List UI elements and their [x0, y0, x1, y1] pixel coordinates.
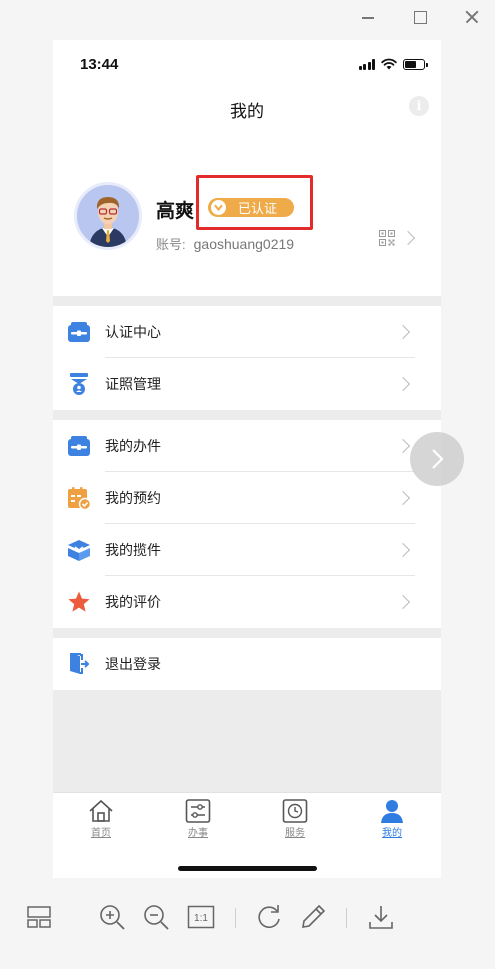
avatar-illustration [77, 185, 139, 247]
wifi-icon [381, 58, 397, 70]
edit-button[interactable] [298, 902, 328, 932]
user-icon [381, 800, 403, 823]
signal-icon [358, 58, 375, 70]
zoom-in-button[interactable] [97, 902, 127, 932]
menu-item-label: 认证中心 [105, 324, 161, 340]
menu-item-label: 我的办件 [105, 438, 161, 454]
calendar-check-icon [66, 485, 92, 511]
tab-label: 我的 [382, 828, 402, 839]
chevron-right-icon [395, 542, 411, 558]
tab-services[interactable]: 服务 [265, 799, 325, 839]
menu-item-label: 我的预约 [105, 490, 161, 506]
home-indicator [178, 866, 317, 871]
menu-item-my-parcels[interactable]: 我的揽件 [53, 524, 441, 576]
zoom-out-button[interactable] [141, 902, 171, 932]
home-icon [89, 799, 113, 822]
clock-icon [282, 799, 308, 823]
window-controls [359, 8, 481, 26]
menu-group-logout: 退出登录 [53, 638, 441, 690]
toolbar-divider [235, 908, 236, 928]
menu-item-label: 我的评价 [105, 594, 161, 610]
chevron-right-icon [395, 376, 411, 392]
menu-group-my-items: 我的办件 我的预约 我的揽件 我的评价 [53, 420, 441, 628]
package-icon [66, 537, 92, 563]
rotate-button[interactable] [254, 902, 284, 932]
menu-item-label: 退出登录 [105, 656, 161, 672]
account-info: 账号: gaoshuang0219 [156, 234, 294, 253]
battery-icon [403, 58, 428, 70]
next-page-button[interactable] [410, 432, 464, 486]
page-title: 我的 [230, 101, 264, 121]
status-bar: 13:44 [53, 40, 441, 88]
phone-screen: 13:44 我的 i 高爽 已认证 账号: gaoshuang0219 认证中心… [53, 40, 441, 878]
menu-item-label: 证照管理 [105, 376, 161, 392]
qr-code-icon [379, 230, 395, 246]
nav-bar: 我的 i [53, 88, 441, 130]
tab-home[interactable]: 首页 [71, 799, 131, 839]
actual-size-button[interactable]: 1:1 [186, 902, 216, 932]
layout-icon [27, 906, 51, 928]
chevron-right-icon [432, 449, 444, 469]
chevron-right-icon [395, 438, 411, 454]
status-icons [358, 58, 428, 70]
chevron-right-icon [395, 324, 411, 340]
logout-button[interactable]: 退出登录 [53, 638, 441, 690]
menu-item-my-cases[interactable]: 我的办件 [53, 420, 441, 472]
tab-mine[interactable]: 我的 [362, 799, 422, 839]
account-label: 账号: [156, 237, 186, 252]
license-stamp-icon [66, 371, 92, 397]
profile-card[interactable]: 高爽 已认证 账号: gaoshuang0219 [53, 130, 441, 296]
chevron-right-icon [395, 594, 411, 610]
rotate-icon [258, 905, 280, 928]
zoom-in-icon [100, 905, 125, 930]
menu-item-my-appointments[interactable]: 我的预约 [53, 472, 441, 524]
menu-item-my-reviews[interactable]: 我的评价 [53, 576, 441, 628]
sliders-icon [185, 799, 211, 823]
tab-label: 服务 [285, 828, 305, 839]
maximize-button[interactable] [411, 8, 429, 26]
status-time: 13:44 [80, 55, 119, 73]
avatar[interactable] [74, 182, 142, 250]
download-button[interactable] [366, 902, 396, 932]
tab-label: 办事 [188, 828, 208, 839]
download-icon [369, 906, 393, 929]
menu-item-license-management[interactable]: 证照管理 [53, 358, 441, 410]
bottom-tab-bar: 首页 办事 服务 我的 [53, 792, 441, 878]
account-value: gaoshuang0219 [193, 236, 295, 252]
info-icon[interactable]: i [409, 96, 429, 116]
star-icon [66, 589, 92, 615]
id-card-icon [66, 319, 92, 345]
actual-size-label: 1:1 [194, 913, 208, 924]
menu-item-label: 我的揽件 [105, 542, 161, 558]
actual-size-icon: 1:1 [187, 905, 215, 929]
qr-code-link[interactable] [379, 230, 416, 246]
user-name: 高爽 [156, 201, 195, 222]
briefcase-icon [66, 433, 92, 459]
minimize-button[interactable] [359, 8, 377, 26]
tab-label: 首页 [91, 828, 111, 839]
chevron-right-icon [400, 230, 416, 246]
menu-group-certification: 认证中心 证照管理 [53, 306, 441, 410]
close-button[interactable] [463, 8, 481, 26]
zoom-out-icon [144, 905, 169, 930]
tab-affairs[interactable]: 办事 [168, 799, 228, 839]
viewer-toolbar: 1:1 [0, 896, 495, 940]
logout-icon [66, 651, 92, 677]
menu-item-certification-center[interactable]: 认证中心 [53, 306, 441, 358]
toolbar-divider [346, 908, 347, 928]
chevron-right-icon [395, 490, 411, 506]
layout-button[interactable] [24, 902, 54, 932]
edit-icon [302, 904, 326, 928]
highlight-annotation [196, 175, 313, 230]
